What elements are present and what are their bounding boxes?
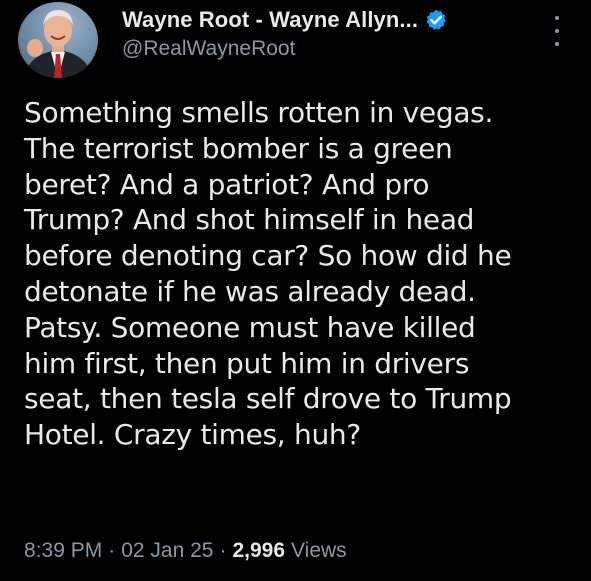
more-dot-icon	[555, 16, 559, 20]
meta-separator: ·	[108, 539, 116, 562]
tweet-body: Something smells rotten in vegas. The te…	[24, 95, 579, 453]
author-name-row[interactable]: Wayne Root - Wayne Allyn...	[122, 6, 448, 34]
tweet-line: beret? And a patriot? And pro	[24, 167, 430, 201]
avatar[interactable]	[18, 2, 98, 78]
tweet-line: him first, then put him in drivers	[24, 346, 470, 380]
verified-badge-icon	[424, 8, 448, 32]
tweet-line: The terrorist bomber is a green	[24, 131, 453, 165]
tweet-line: Patsy. Someone must have killed	[24, 310, 476, 344]
more-vertical-icon[interactable]	[546, 16, 568, 46]
tweet-line: Trump? And shot himself in head	[24, 203, 475, 237]
more-dot-icon	[555, 29, 559, 33]
tweet-time[interactable]: 8:39 PM	[24, 539, 102, 563]
author-handle[interactable]: @RealWayneRoot	[122, 37, 295, 61]
tweet-line: Hotel. Crazy times, huh?	[24, 418, 361, 452]
tweet-line: Something smells rotten in vegas.	[24, 96, 494, 129]
author-display-name[interactable]: Wayne Root - Wayne Allyn...	[122, 7, 418, 33]
tweet-line: before denoting car? So how did he	[24, 239, 512, 273]
views-count: 2,996	[232, 539, 286, 562]
more-dot-icon	[555, 42, 559, 46]
tweet-header: Wayne Root - Wayne Allyn... @RealWayneRo…	[0, 0, 591, 90]
meta-separator: ·	[219, 539, 227, 562]
tweet-date[interactable]: 02 Jan 25	[121, 539, 213, 563]
tweet-line: detonate if he was already dead.	[24, 274, 476, 308]
tweet-meta: 8:39 PM · 02 Jan 25 · 2,996 Views	[24, 539, 347, 563]
views-label: Views	[291, 539, 347, 562]
tweet-line: seat, then tesla self drove to Trump	[24, 382, 512, 416]
